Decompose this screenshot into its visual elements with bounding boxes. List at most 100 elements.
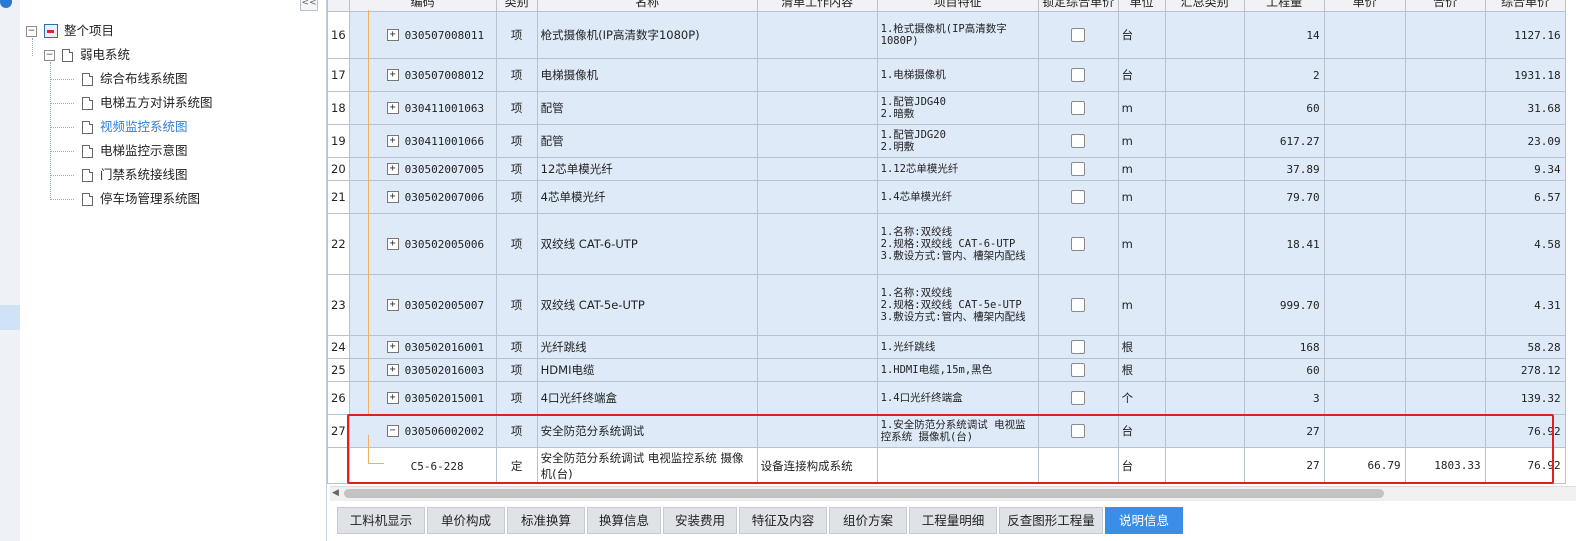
feature-cell[interactable]: 1.配管JDG40 2.暗敷 — [876, 91, 1039, 125]
column-header[interactable]: 项目特征 — [876, 0, 1039, 12]
summary-category-cell[interactable] — [1164, 274, 1245, 336]
name-cell[interactable]: 配管 — [536, 124, 758, 158]
expand-icon[interactable]: + — [386, 163, 399, 175]
tree-node-root[interactable]: − 整个项目 — [26, 21, 114, 41]
lock-price-checkbox[interactable] — [1071, 68, 1086, 82]
table-row[interactable]: 26 +030502015001 项 4口光纤终端盒 1.4口光纤终端盒个 3 139.32 — [327, 381, 1566, 415]
tab-3[interactable]: 标准换算 — [507, 507, 585, 534]
tab-4[interactable]: 换算信息 — [587, 507, 661, 534]
lock-price-cell[interactable] — [1037, 58, 1119, 92]
unit-cell[interactable]: 根 — [1117, 358, 1166, 382]
expand-icon[interactable]: + — [386, 341, 399, 353]
table-row[interactable]: 21 +030502007006 项 4芯单模光纤 1.4芯单模光纤 m 79.70 6.57 — [327, 180, 1566, 214]
column-header[interactable]: 清单工作内容 — [756, 0, 878, 12]
work-content-cell[interactable] — [756, 11, 878, 59]
work-content-cell[interactable] — [756, 335, 878, 359]
unit-cell[interactable]: m — [1117, 274, 1166, 336]
code-cell[interactable]: C5-6-228 — [348, 447, 497, 484]
tree-node-group[interactable]: − 弱电系统 — [44, 45, 130, 65]
code-cell[interactable]: +030502007005 — [348, 157, 497, 181]
table-row[interactable]: 18 +030411001063 项配管 1.配管JDG40 2.暗敷 m 60 31.68 — [327, 91, 1566, 125]
tree-item[interactable]: 电梯监控示意图 — [82, 141, 188, 161]
work-content-cell[interactable] — [756, 157, 878, 181]
lock-price-cell[interactable] — [1037, 91, 1119, 125]
scrollbar-thumb[interactable] — [344, 489, 1384, 498]
feature-cell[interactable]: 1.安全防范分系统调试 电视监控系统 摄像机(台) — [876, 414, 1039, 448]
name-cell[interactable]: 光纤跳线 — [536, 335, 758, 359]
unit-cell[interactable]: 台 — [1117, 11, 1166, 59]
code-cell[interactable]: +030411001063 — [348, 91, 497, 125]
expand-icon[interactable]: + — [386, 364, 399, 376]
summary-category-cell[interactable] — [1164, 180, 1245, 214]
collapse-icon[interactable]: − — [44, 49, 55, 61]
table-row[interactable]: 16 +030507008011 项枪式摄像机(IP高清数字1080P) 1.枪式摄像… — [327, 11, 1566, 59]
horizontal-scrollbar[interactable]: ◀ — [330, 486, 1576, 501]
lock-price-checkbox[interactable] — [1071, 190, 1086, 204]
table-row[interactable]: 24 +030502016001 项光纤跳线 1.光纤跳线根 168 58.28 — [327, 335, 1566, 359]
work-content-cell[interactable] — [756, 58, 878, 92]
lock-price-checkbox[interactable] — [1071, 28, 1086, 42]
unit-cell[interactable]: 台 — [1117, 447, 1166, 484]
work-content-cell[interactable] — [756, 91, 878, 125]
lock-price-cell[interactable] — [1037, 11, 1119, 59]
code-cell[interactable]: +030502015001 — [348, 381, 497, 415]
unit-cell[interactable]: 根 — [1117, 335, 1166, 359]
unit-cell[interactable]: m — [1117, 157, 1166, 181]
quantity-cell[interactable]: 3 — [1243, 381, 1325, 415]
column-header[interactable]: 单位 — [1117, 0, 1166, 12]
work-content-cell[interactable] — [756, 274, 878, 336]
feature-cell[interactable]: 1.配管JDG20 2.明敷 — [876, 124, 1039, 158]
summary-category-cell[interactable] — [1164, 157, 1245, 181]
feature-cell[interactable]: 1.名称:双绞线 2.规格:双绞线 CAT-6-UTP 3.敷设方式:管内、槽架内配… — [876, 213, 1039, 275]
lock-price-cell[interactable] — [1037, 124, 1119, 158]
lock-price-cell[interactable] — [1037, 381, 1119, 415]
name-cell[interactable]: 电梯摄像机 — [536, 58, 758, 92]
feature-cell[interactable]: 1.电梯摄像机 — [876, 58, 1039, 92]
quantity-cell[interactable]: 27 — [1243, 447, 1325, 484]
unit-cell[interactable]: m — [1117, 124, 1166, 158]
summary-category-cell[interactable] — [1164, 358, 1245, 382]
tab-5[interactable]: 安装费用 — [663, 507, 737, 534]
lock-price-cell[interactable] — [1037, 358, 1119, 382]
tab-8[interactable]: 工程量明细 — [909, 507, 997, 534]
feature-cell[interactable]: 1.光纤跳线 — [876, 335, 1039, 359]
collapse-panel-button[interactable]: << — [300, 0, 318, 11]
summary-category-cell[interactable] — [1164, 335, 1245, 359]
name-cell[interactable]: 枪式摄像机(IP高清数字1080P) — [536, 11, 758, 59]
code-cell[interactable]: +030502016001 — [348, 335, 497, 359]
tab-7[interactable]: 组价方案 — [829, 507, 907, 534]
feature-cell[interactable]: 1.4口光纤终端盒 — [876, 381, 1039, 415]
work-content-cell[interactable] — [756, 381, 878, 415]
lock-price-cell[interactable] — [1037, 274, 1119, 336]
unit-cell[interactable]: m — [1117, 91, 1166, 125]
feature-cell[interactable]: 1.名称:双绞线 2.规格:双绞线 CAT-5e-UTP 3.敷设方式:管内、槽架内… — [876, 274, 1039, 336]
lock-price-cell[interactable] — [1037, 180, 1119, 214]
tab-9[interactable]: 反查图形工程量 — [999, 507, 1103, 534]
table-row[interactable]: 20 +030502007005 项 12芯单模光纤 1.12芯单模光纤 m 37.89 9.… — [327, 157, 1566, 181]
column-header[interactable]: 类别 — [495, 0, 538, 12]
column-header[interactable]: 名称 — [536, 0, 758, 12]
work-content-cell[interactable] — [756, 124, 878, 158]
unit-cell[interactable]: 台 — [1117, 58, 1166, 92]
download-icon[interactable] — [0, 0, 12, 8]
collapse-icon[interactable]: − — [26, 25, 37, 37]
unit-cell[interactable]: m — [1117, 213, 1166, 275]
expand-icon[interactable]: + — [386, 102, 399, 114]
column-header[interactable]: 锁定综合单价 — [1037, 0, 1119, 12]
quantity-cell[interactable]: 14 — [1243, 11, 1325, 59]
lock-price-cell[interactable] — [1037, 157, 1119, 181]
tab-6[interactable]: 特征及内容 — [739, 507, 827, 534]
feature-cell[interactable]: 1.4芯单模光纤 — [876, 180, 1039, 214]
lock-price-checkbox[interactable] — [1071, 363, 1086, 377]
code-cell[interactable]: +030411001066 — [348, 124, 497, 158]
feature-cell[interactable]: 1.12芯单模光纤 — [876, 157, 1039, 181]
quantity-cell[interactable]: 60 — [1243, 358, 1325, 382]
column-header[interactable]: 综合单价 — [1484, 0, 1566, 12]
unit-cell[interactable]: 台 — [1117, 414, 1166, 448]
feature-cell[interactable]: 1.枪式摄像机(IP高清数字1080P) — [876, 11, 1039, 59]
lock-price-checkbox[interactable] — [1071, 298, 1086, 312]
summary-category-cell[interactable] — [1164, 213, 1245, 275]
name-cell[interactable]: 双绞线 CAT-6-UTP — [536, 213, 758, 275]
lock-price-checkbox[interactable] — [1071, 101, 1086, 115]
name-cell[interactable]: 安全防范分系统调试 — [536, 414, 758, 448]
